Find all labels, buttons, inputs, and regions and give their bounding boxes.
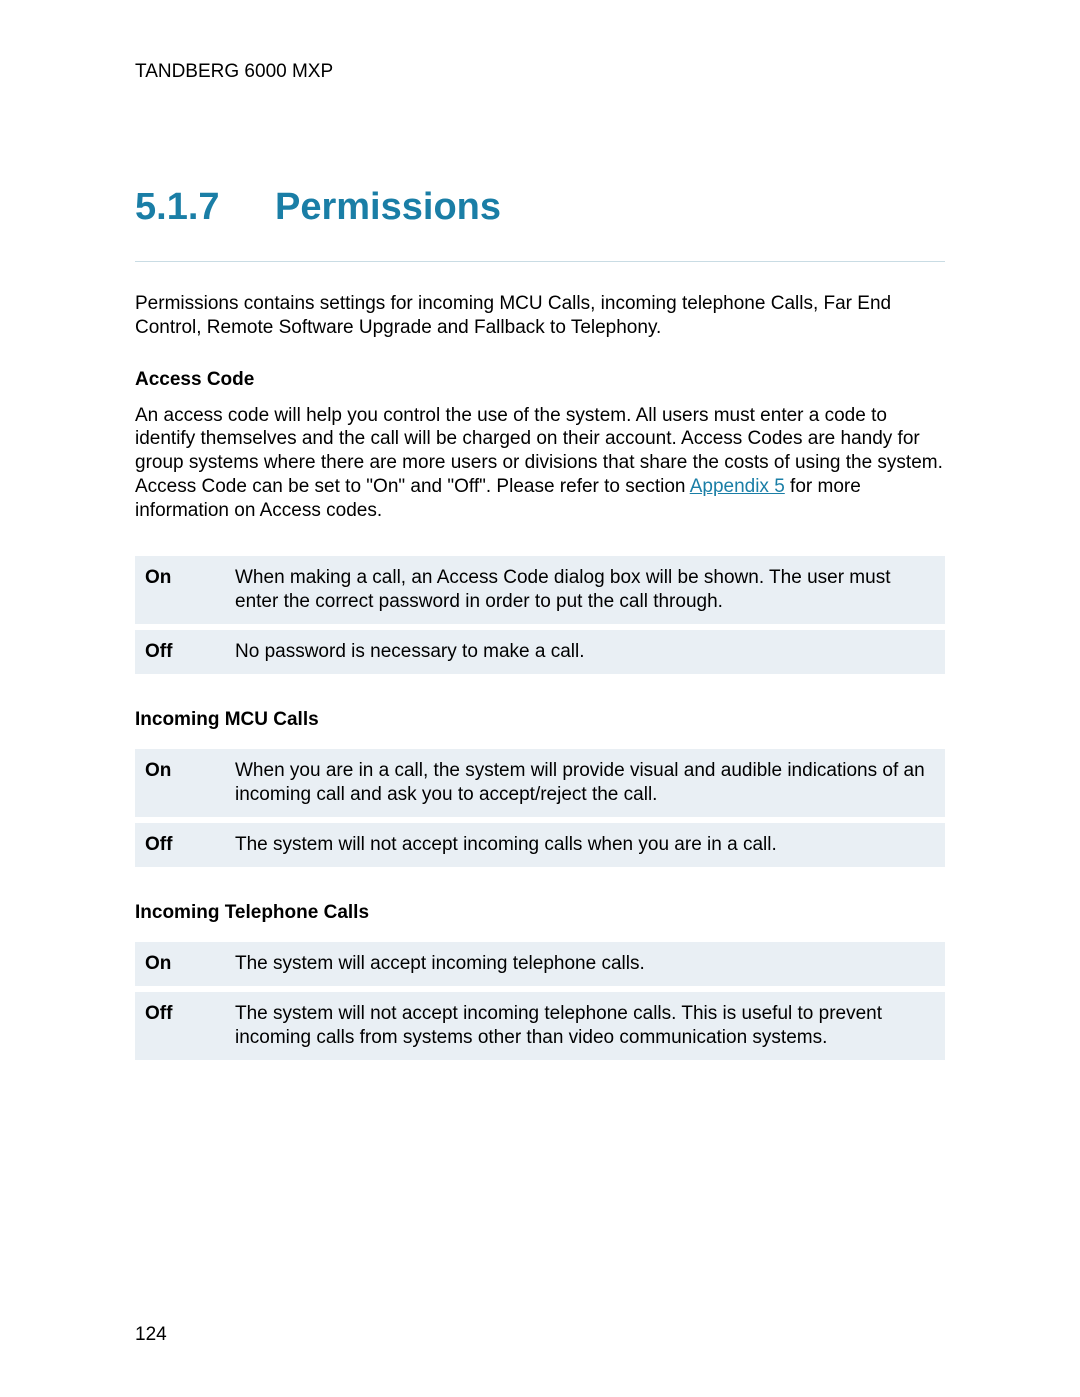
telephone-heading: Incoming Telephone Calls bbox=[135, 901, 945, 925]
option-desc: When you are in a call, the system will … bbox=[225, 749, 945, 817]
horizontal-rule bbox=[135, 261, 945, 262]
option-desc: The system will not accept incoming tele… bbox=[225, 992, 945, 1060]
table-row: Off The system will not accept incoming … bbox=[135, 823, 945, 867]
option-desc: When making a call, an Access Code dialo… bbox=[225, 556, 945, 624]
option-label: On bbox=[135, 749, 225, 817]
table-row: On The system will accept incoming telep… bbox=[135, 942, 945, 986]
mcu-table: On When you are in a call, the system wi… bbox=[135, 743, 945, 872]
option-desc: The system will not accept incoming call… bbox=[225, 823, 945, 867]
section-heading: 5.1.7Permissions bbox=[135, 184, 945, 232]
telephone-table: On The system will accept incoming telep… bbox=[135, 936, 945, 1065]
table-row: On When making a call, an Access Code di… bbox=[135, 556, 945, 624]
option-label: Off bbox=[135, 630, 225, 674]
access-code-table: On When making a call, an Access Code di… bbox=[135, 550, 945, 679]
document-header: TANDBERG 6000 MXP bbox=[135, 60, 945, 84]
option-desc: The system will accept incoming telephon… bbox=[225, 942, 945, 986]
access-code-body: An access code will help you control the… bbox=[135, 404, 945, 523]
option-label: On bbox=[135, 942, 225, 986]
mcu-heading: Incoming MCU Calls bbox=[135, 708, 945, 732]
option-label: Off bbox=[135, 823, 225, 867]
table-row: Off No password is necessary to make a c… bbox=[135, 630, 945, 674]
option-desc: No password is necessary to make a call. bbox=[225, 630, 945, 674]
access-code-heading: Access Code bbox=[135, 368, 945, 392]
option-label: Off bbox=[135, 992, 225, 1060]
table-row: Off The system will not accept incoming … bbox=[135, 992, 945, 1060]
option-label: On bbox=[135, 556, 225, 624]
section-title-text: Permissions bbox=[275, 186, 501, 228]
appendix-link[interactable]: Appendix 5 bbox=[690, 476, 785, 497]
intro-paragraph: Permissions contains settings for incomi… bbox=[135, 292, 945, 340]
page-number: 124 bbox=[135, 1323, 167, 1347]
page: TANDBERG 6000 MXP 5.1.7Permissions Permi… bbox=[0, 0, 1080, 1397]
table-row: On When you are in a call, the system wi… bbox=[135, 749, 945, 817]
section-number: 5.1.7 bbox=[135, 184, 275, 232]
